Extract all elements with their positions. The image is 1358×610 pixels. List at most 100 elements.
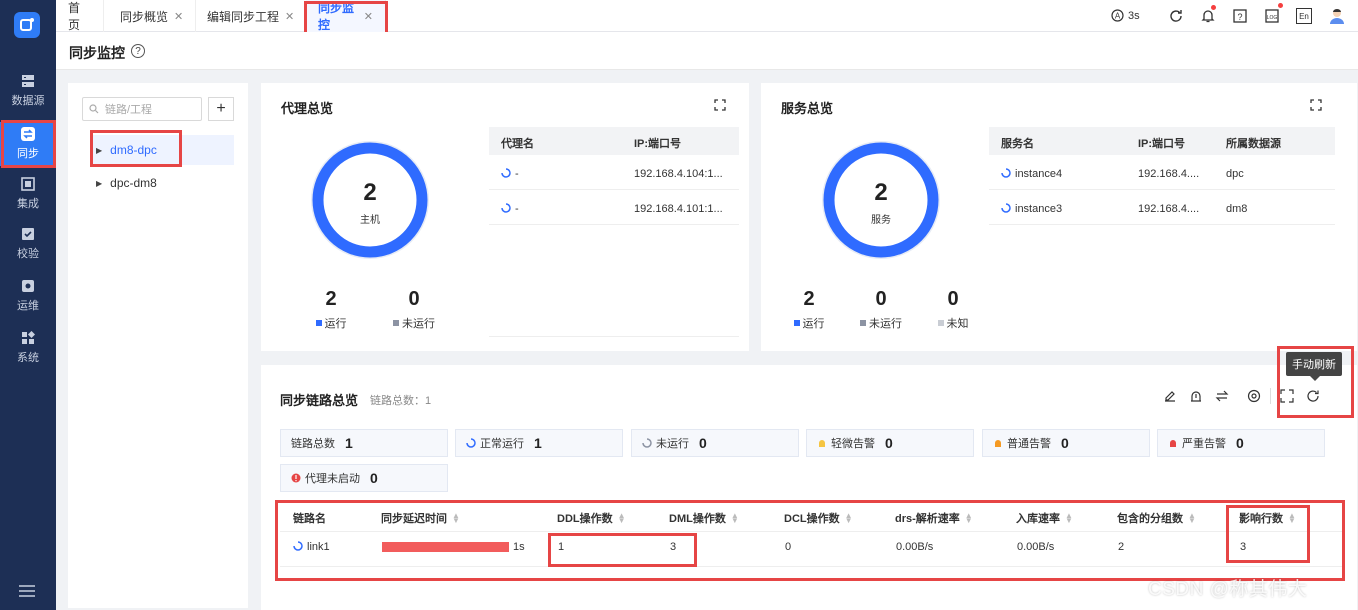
sidebar-item-label: 校验 (17, 248, 39, 260)
sidebar-item-integration[interactable]: 集成 (0, 172, 56, 216)
alert-config-icon[interactable] (1189, 389, 1203, 403)
badge-value: 0 (699, 435, 707, 451)
tree-item-dpc-dm8[interactable]: ▶ dpc-dm8 (90, 168, 234, 198)
badge-label: 链路总数 (291, 438, 335, 450)
column-label: 链路名 (293, 513, 326, 525)
column-header-groups[interactable]: 包含的分组数 ▲ ▼ (1117, 505, 1196, 531)
fullscreen-icon[interactable] (1310, 99, 1322, 111)
tab-edit-project[interactable]: 编辑同步工程 ✕ (195, 0, 308, 32)
table-row[interactable]: link1 (293, 541, 330, 553)
column-header-load-rate[interactable]: 入库速率 ▲ ▼ (1016, 505, 1073, 531)
cell-text: dm8 (1226, 203, 1248, 215)
column-header-dcl[interactable]: DCL操作数 ▲ ▼ (784, 505, 853, 531)
column-header: IP:端口号 (1138, 138, 1186, 150)
add-button[interactable]: + (208, 97, 234, 121)
sidebar-item-datasource[interactable]: 数据源 (0, 69, 56, 113)
column-header-ddl[interactable]: DDL操作数 ▲ ▼ (557, 505, 626, 531)
column-label: DDL操作数 (557, 513, 613, 525)
cell-text: 192.168.4.... (1138, 168, 1200, 180)
delay-value: 1s (513, 541, 525, 553)
badge-minor-alert[interactable]: 轻微告警 0 (806, 429, 974, 457)
avatar-icon[interactable] (1328, 7, 1346, 25)
tree-item-label: dpc-dm8 (110, 176, 157, 190)
search-input[interactable]: 链路/工程 (82, 97, 202, 121)
cell-text: 192.168.4.104:1... (634, 168, 723, 180)
link-name: link1 (307, 541, 330, 553)
service-donut-chart: 2 服务 (816, 135, 946, 265)
database-icon (22, 75, 34, 87)
settings-icon[interactable] (1247, 389, 1261, 403)
fullscreen-icon[interactable] (714, 99, 726, 111)
refresh-icon[interactable] (1168, 8, 1184, 24)
tab-home[interactable]: 首页 (56, 0, 104, 32)
stat-value: 2 (325, 288, 337, 310)
language-switch[interactable]: En (1296, 8, 1312, 24)
log-icon[interactable]: LOG (1264, 8, 1280, 24)
help-icon[interactable]: ? (1232, 8, 1248, 24)
caret-right-icon: ▶ (96, 145, 103, 155)
close-icon[interactable]: ✕ (364, 10, 373, 23)
fullscreen-icon[interactable] (1280, 389, 1294, 403)
manual-refresh-icon[interactable] (1306, 389, 1320, 403)
table-row[interactable]: - (501, 203, 519, 215)
badge-label: 代理未启动 (305, 473, 360, 485)
check-icon (22, 228, 34, 240)
tree-item-dm8-dpc[interactable]: ▶ dm8-dpc (90, 135, 234, 165)
help-icon[interactable]: ? (131, 44, 145, 58)
badge-not-running[interactable]: 未运行 0 (631, 429, 799, 457)
menu-toggle-icon[interactable] (18, 584, 36, 598)
table-row[interactable]: instance4 (1001, 168, 1062, 180)
error-icon (291, 473, 301, 483)
svg-text:?: ? (1237, 12, 1242, 22)
badge-normal-alert[interactable]: 普通告警 0 (982, 429, 1150, 457)
tab-sync-monitor[interactable]: 同步监控 ✕ (306, 0, 386, 32)
app-logo-icon[interactable] (14, 12, 40, 38)
row-divider (489, 336, 739, 337)
switch-icon[interactable] (1215, 389, 1229, 403)
page-header: 同步监控 ? (56, 32, 1358, 70)
svg-text:LOG: LOG (1267, 15, 1278, 21)
close-icon[interactable]: ✕ (285, 10, 294, 23)
row-divider (280, 531, 1342, 532)
stat-value: 0 (875, 288, 887, 310)
cell-text: - (515, 168, 519, 180)
badge-label: 轻微告警 (831, 438, 875, 450)
badge-agent-not-started[interactable]: 代理未启动 0 (280, 464, 448, 492)
badge-value: 1 (534, 435, 542, 451)
notification-dot (1278, 3, 1283, 8)
notification-dot (1211, 5, 1216, 10)
tab-sync-overview[interactable]: 同步概览 ✕ (108, 0, 197, 32)
normal-alert-icon (994, 440, 1002, 447)
column-header-rows-affected[interactable]: 影响行数 ▲ ▼ (1239, 505, 1296, 531)
column-header-link-name[interactable]: 链路名 (293, 505, 326, 531)
sort-icon: ▲ ▼ (730, 511, 739, 525)
page-title: 同步监控 (69, 45, 125, 61)
edit-icon[interactable] (1163, 389, 1177, 403)
column-label: 入库速率 (1016, 513, 1060, 525)
column-header-dml[interactable]: DML操作数 ▲ ▼ (669, 505, 739, 531)
loading-icon (1001, 203, 1011, 213)
sort-icon: ▲ ▼ (964, 511, 973, 525)
badge-label: 严重告警 (1182, 438, 1226, 450)
close-icon[interactable]: ✕ (174, 10, 183, 23)
sidebar-item-sync[interactable]: 同步 (0, 122, 56, 166)
table-row[interactable]: instance3 (1001, 203, 1062, 215)
card-title: 代理总览 (281, 101, 334, 116)
badge-running[interactable]: 正常运行 1 (455, 429, 623, 457)
row-divider (489, 224, 739, 225)
table-row[interactable]: - (501, 168, 519, 180)
watermark: CSDN @称其伟大 (1148, 579, 1308, 600)
column-header-delay[interactable]: 同步延迟时间 ▲ ▼ (381, 505, 460, 531)
sidebar-item-ops[interactable]: 运维 (0, 274, 56, 318)
column-header-parse-rate[interactable]: drs-解析速率 ▲ ▼ (895, 505, 973, 531)
badge-critical-alert[interactable]: 严重告警 0 (1157, 429, 1325, 457)
badge-value: 0 (370, 470, 378, 486)
badge-total-links[interactable]: 链路总数 1 (280, 429, 448, 457)
cell-text: instance4 (1015, 168, 1063, 180)
sidebar-item-system[interactable]: 系统 (0, 326, 56, 370)
auto-refresh-interval[interactable]: A 3s (1111, 9, 1140, 22)
bell-icon[interactable] (1200, 8, 1216, 24)
sidebar-item-verify[interactable]: 校验 (0, 222, 56, 266)
auto-icon: A (1111, 9, 1124, 22)
sort-icon: ▲ ▼ (844, 511, 853, 525)
